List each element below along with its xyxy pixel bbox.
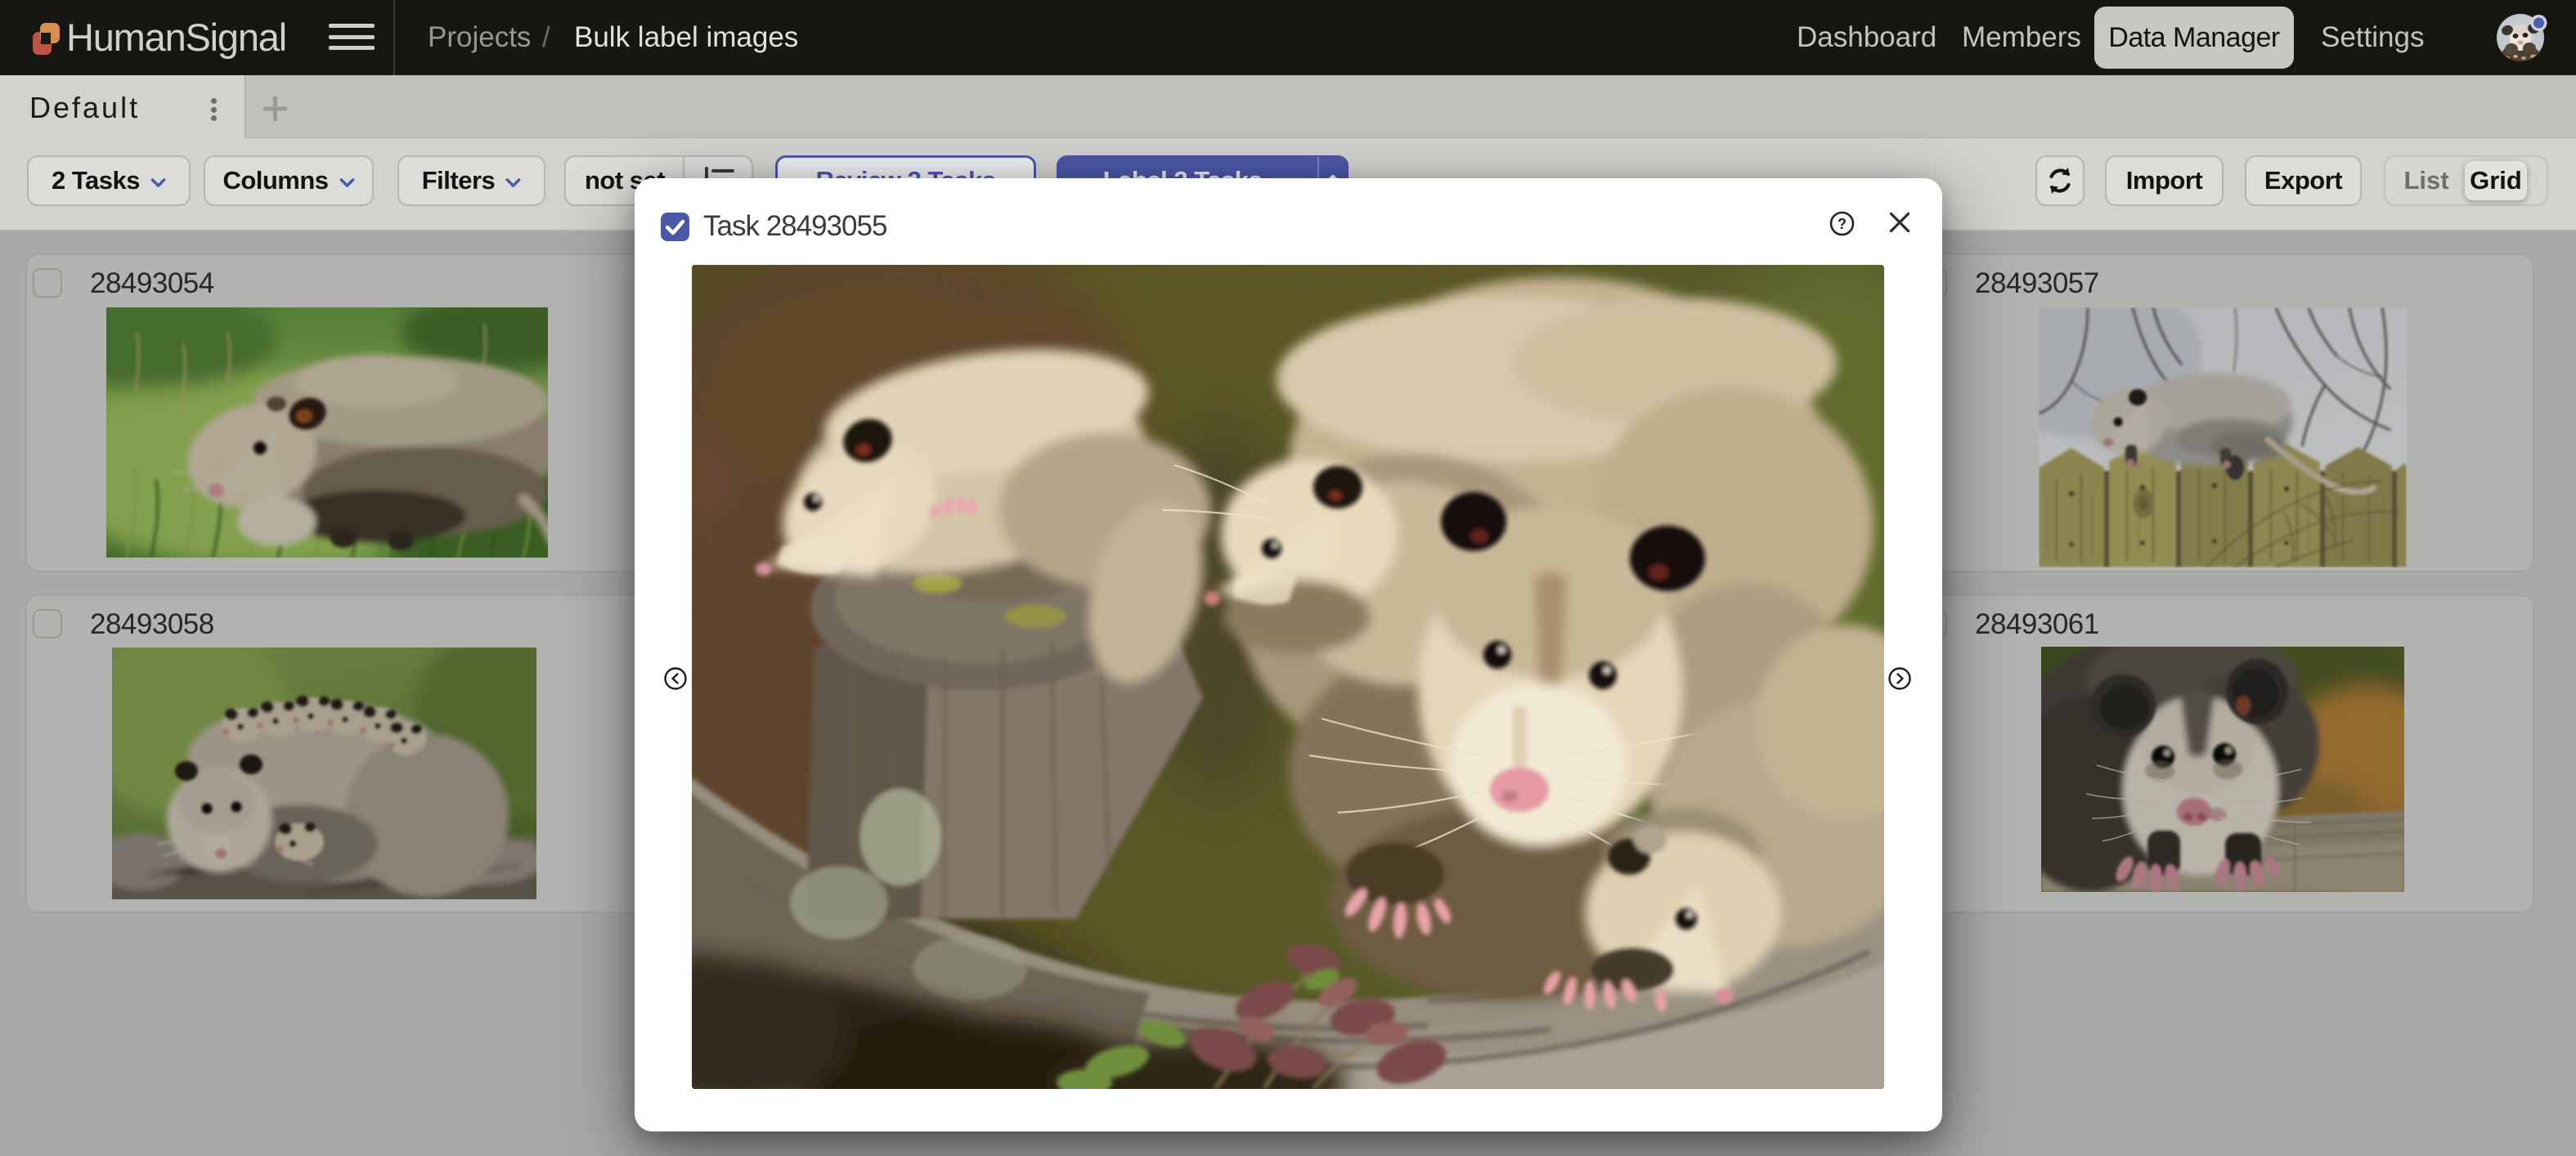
svg-text:?: ? xyxy=(1838,216,1847,232)
